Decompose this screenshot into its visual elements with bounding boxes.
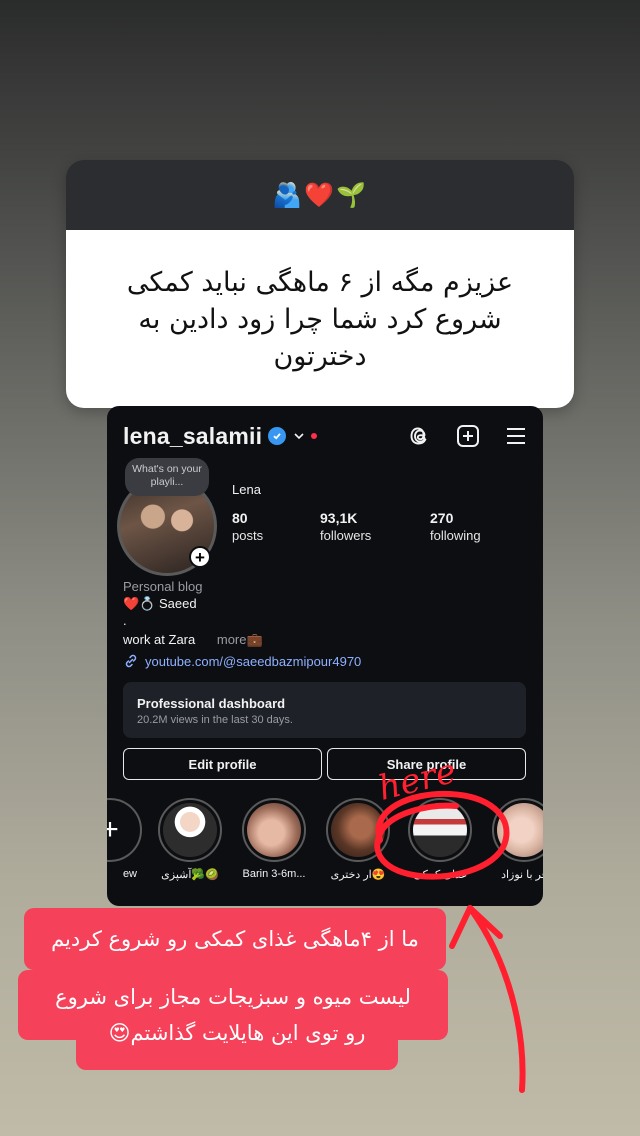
notes-bubble[interactable]: What's on your playli...	[125, 458, 209, 496]
question-emojis: 🫂❤️🌱	[272, 181, 368, 209]
caption-line-1: ما از ۴ماهگی غذای کمکی رو شروع کردیم	[24, 908, 446, 970]
edit-profile-button[interactable]: Edit profile	[123, 748, 322, 780]
highlight-cover	[247, 803, 301, 857]
highlight-circle-annotation	[374, 790, 510, 880]
profile-username[interactable]: lena_salamii	[123, 423, 262, 450]
create-post-icon[interactable]	[455, 423, 481, 449]
link-icon	[125, 654, 137, 668]
highlight-label: ew	[122, 868, 137, 880]
question-body: عزیزم مگه از ۶ ماهگی نباید کمکی شروع کرد…	[66, 230, 574, 408]
highlight-label: 🥝🥦آشپزی	[161, 869, 219, 881]
stat-value: 270	[430, 510, 454, 526]
chevron-down-icon[interactable]	[292, 429, 306, 443]
question-sticker: 🫂❤️🌱 عزیزم مگه از ۶ ماهگی نباید کمکی شرو…	[66, 160, 574, 408]
bio-more-link[interactable]: more💼	[217, 632, 263, 647]
question-header: 🫂❤️🌱	[66, 160, 574, 230]
bio-line-2: .	[123, 613, 127, 628]
stat-value: 80	[232, 510, 248, 526]
stat-following[interactable]: 270 following	[430, 510, 481, 543]
caption-line-3: رو توی این هایلایت گذاشتم😍	[76, 1010, 398, 1070]
highlight-barin[interactable]: Barin 3-6m...	[241, 798, 307, 880]
bio-line-1: ❤️💍 Saeed	[123, 596, 197, 611]
highlight-label: Barin 3-6m...	[242, 868, 306, 880]
profile-bio: Personal blog ❤️💍 Saeed . work at Zara m…	[123, 578, 263, 648]
bio-line-3: work at Zara	[123, 632, 196, 647]
dashboard-title: Professional dashboard	[137, 696, 286, 711]
stat-label: posts	[232, 528, 264, 543]
new-highlight-plus-icon[interactable]: +	[107, 798, 142, 862]
menu-icon[interactable]	[503, 423, 529, 449]
bio-category: Personal blog	[123, 579, 203, 594]
display-name: Lena	[232, 482, 261, 497]
link-text[interactable]: youtube.com/@saeedbazmipour4970	[145, 654, 361, 669]
professional-dashboard[interactable]: Professional dashboard 20.2M views in th…	[123, 682, 526, 738]
dashboard-subtitle: 20.2M views in the last 30 days.	[137, 714, 293, 726]
question-text: عزیزم مگه از ۶ ماهگی نباید کمکی شروع کرد…	[126, 266, 514, 372]
verified-badge-icon	[268, 427, 287, 445]
profile-topbar: lena_salamii	[123, 416, 529, 456]
threads-icon[interactable]	[407, 423, 433, 449]
profile-stats: 80 posts 93,1K followers 270 following	[232, 510, 481, 543]
add-story-plus-icon[interactable]: +	[189, 546, 211, 568]
highlight-cooking[interactable]: 🥝🥦آشپزی	[157, 798, 223, 881]
highlight-cover	[163, 803, 217, 857]
highlight-new[interactable]: + ew	[107, 798, 143, 880]
stat-value: 93,1K	[320, 510, 358, 526]
stat-posts[interactable]: 80 posts	[232, 510, 320, 543]
stat-label: following	[430, 528, 481, 543]
stat-label: followers	[320, 528, 372, 543]
notification-dot	[311, 433, 318, 439]
profile-link[interactable]: youtube.com/@saeedbazmipour4970	[123, 653, 361, 669]
stat-followers[interactable]: 93,1K followers	[320, 510, 430, 543]
